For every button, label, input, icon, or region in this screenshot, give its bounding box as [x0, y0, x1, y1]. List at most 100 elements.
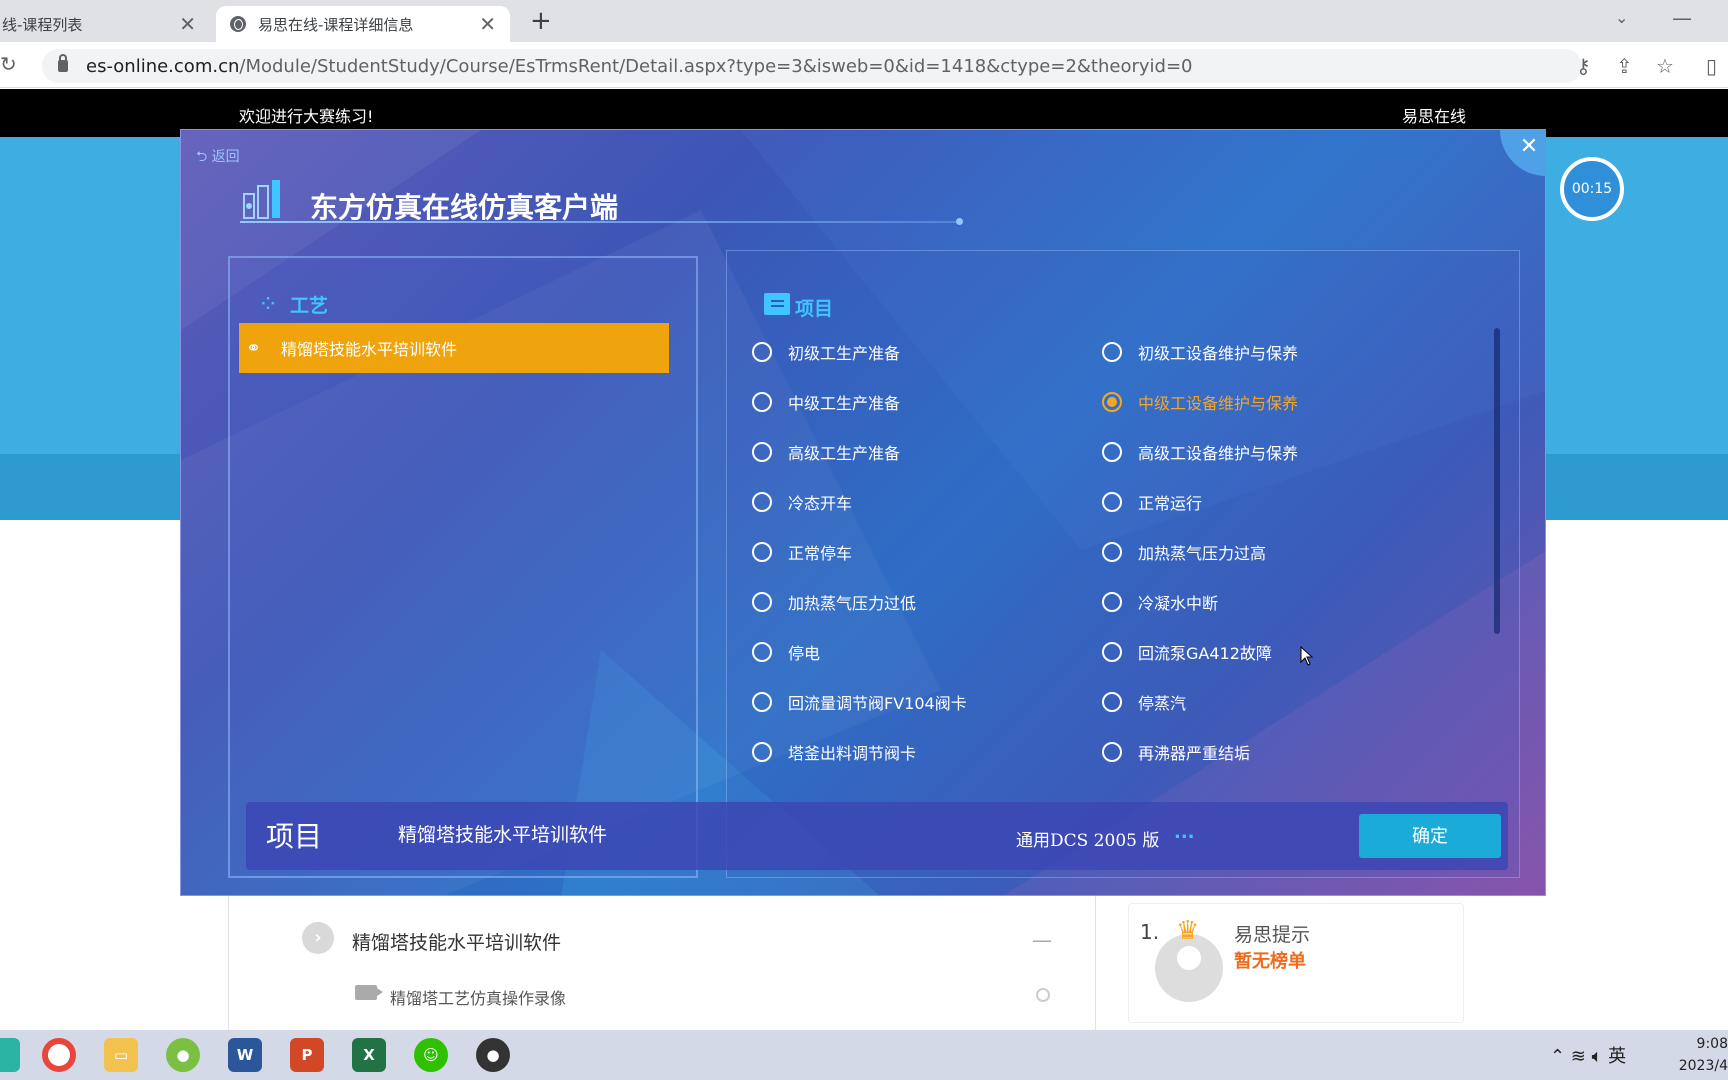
- dialog-title: 东方仿真在线仿真客户端: [310, 191, 619, 224]
- tab-course-list[interactable]: 线-课程列表 ✕: [0, 6, 210, 42]
- rank-number: 1.: [1140, 920, 1160, 944]
- project-option-label: 再沸器严重结垢: [1138, 744, 1251, 763]
- course-section-title[interactable]: 精馏塔技能水平培训软件: [352, 928, 561, 955]
- radio-button[interactable]: [1102, 392, 1122, 412]
- project-option[interactable]: 再沸器严重结垢: [1102, 740, 1250, 764]
- tab-title: 易思在线-课程详细信息: [258, 15, 414, 34]
- radio-button[interactable]: [1102, 542, 1122, 562]
- project-option[interactable]: 回流泵GA412故障: [1102, 640, 1272, 664]
- globe-icon: [230, 16, 246, 32]
- project-option[interactable]: 初级工生产准备: [752, 340, 900, 364]
- time: 9:08: [1696, 1036, 1728, 1052]
- address-bar[interactable]: es-online.com.cn/Module/StudentStudy/Cou…: [42, 49, 1582, 83]
- file-explorer-icon[interactable]: ▭: [104, 1038, 138, 1072]
- radio-button[interactable]: [752, 342, 772, 362]
- radio-button[interactable]: [1102, 742, 1122, 762]
- ime-indicator[interactable]: 英: [1608, 1046, 1626, 1067]
- project-option-label: 停电: [788, 644, 821, 663]
- new-tab-button[interactable]: +: [530, 6, 552, 36]
- radio-button[interactable]: [752, 642, 772, 662]
- project-option-label: 正常停车: [788, 544, 853, 563]
- project-option[interactable]: 正常停车: [752, 540, 852, 564]
- project-option[interactable]: 高级工生产准备: [752, 440, 900, 464]
- radio-button[interactable]: [752, 542, 772, 562]
- tab-title: 线-课程列表: [2, 15, 83, 34]
- course-outline: [228, 895, 1096, 1030]
- system-tray[interactable]: ⌃ ≋ 🔈︎ 英: [1550, 1042, 1626, 1068]
- project-option-label: 冷态开车: [788, 494, 853, 513]
- project-option[interactable]: 中级工生产准备: [752, 390, 900, 414]
- project-option-label: 塔釜出料调节阀卡: [788, 744, 917, 763]
- wechat-app-icon[interactable]: ☺: [414, 1038, 448, 1072]
- share-icon[interactable]: ⇪: [1616, 54, 1633, 78]
- folder-list-icon: [764, 293, 790, 315]
- close-icon[interactable]: ✕: [179, 12, 196, 36]
- tab-course-detail[interactable]: 易思在线-课程详细信息 ✕: [216, 6, 510, 42]
- project-option-label: 回流泵GA412故障: [1138, 644, 1272, 663]
- more-versions-button[interactable]: ...: [1174, 822, 1195, 843]
- project-option[interactable]: 初级工设备维护与保养: [1102, 340, 1298, 364]
- radio-button[interactable]: [1102, 642, 1122, 662]
- word-app-icon[interactable]: W: [228, 1038, 262, 1072]
- close-icon[interactable]: ✕: [479, 12, 496, 36]
- radio-button[interactable]: [1102, 442, 1122, 462]
- chevron-right-icon[interactable]: ›: [302, 922, 334, 954]
- project-option[interactable]: 正常运行: [1102, 490, 1202, 514]
- project-scrollbar[interactable]: [1494, 328, 1500, 634]
- star-icon[interactable]: ☆: [1656, 54, 1674, 78]
- powerpoint-app-icon[interactable]: P: [290, 1038, 324, 1072]
- site-name[interactable]: 易思在线: [1402, 103, 1466, 127]
- chrome-app-icon[interactable]: [42, 1038, 76, 1072]
- radio-button[interactable]: [752, 392, 772, 412]
- minimize-icon[interactable]: —: [1672, 6, 1692, 30]
- project-option-label: 加热蒸气压力过低: [788, 594, 917, 613]
- project-option[interactable]: 冷凝水中断: [1102, 590, 1218, 614]
- project-option[interactable]: 高级工设备维护与保养: [1102, 440, 1298, 464]
- progress-circle-icon: [1036, 988, 1050, 1002]
- radio-button[interactable]: [1102, 692, 1122, 712]
- project-option[interactable]: 加热蒸气压力过高: [1102, 540, 1266, 564]
- return-label: 返回: [211, 149, 240, 165]
- project-option-label: 停蒸汽: [1138, 694, 1187, 713]
- project-option[interactable]: 停电: [752, 640, 820, 664]
- radio-button[interactable]: [752, 492, 772, 512]
- footer-project-label: 项目: [266, 820, 323, 853]
- craft-item-selected[interactable]: 精馏塔技能水平培训软件: [239, 323, 669, 373]
- clock[interactable]: 9:08 2023/4: [1672, 1033, 1728, 1077]
- confirm-button[interactable]: 确定: [1359, 814, 1501, 858]
- radio-button[interactable]: [752, 692, 772, 712]
- reload-icon[interactable]: ↻: [0, 52, 17, 76]
- radio-button[interactable]: [1102, 492, 1122, 512]
- browser-app-icon[interactable]: ●: [166, 1038, 200, 1072]
- sidebar-icon[interactable]: ▯: [1706, 54, 1717, 78]
- radio-button[interactable]: [752, 442, 772, 462]
- project-option[interactable]: 冷态开车: [752, 490, 852, 514]
- return-link[interactable]: ⮌ 返回: [196, 146, 240, 170]
- project-option[interactable]: 中级工设备维护与保养: [1102, 390, 1298, 414]
- tab-search-icon[interactable]: ⌄: [1615, 8, 1628, 27]
- radio-button[interactable]: [752, 592, 772, 612]
- collapse-button[interactable]: —: [1032, 928, 1052, 952]
- project-option[interactable]: 回流量调节阀FV104阀卡: [752, 690, 967, 714]
- project-option-label: 初级工生产准备: [788, 344, 901, 363]
- grid-icon: ⁘: [258, 290, 279, 318]
- project-option-label: 初级工设备维护与保养: [1138, 344, 1299, 363]
- project-option[interactable]: 加热蒸气压力过低: [752, 590, 916, 614]
- radio-button[interactable]: [1102, 342, 1122, 362]
- edge-app-icon[interactable]: [0, 1038, 20, 1072]
- project-option-label: 高级工设备维护与保养: [1138, 444, 1299, 463]
- project-option-label: 中级工生产准备: [788, 394, 901, 413]
- key-icon[interactable]: ⚷: [1576, 54, 1591, 78]
- simulation-app-icon[interactable]: ●: [476, 1038, 510, 1072]
- radio-button[interactable]: [752, 742, 772, 762]
- radio-button[interactable]: [1102, 592, 1122, 612]
- craft-item-label: 精馏塔技能水平培训软件: [281, 340, 458, 359]
- project-option[interactable]: 停蒸汽: [1102, 690, 1186, 714]
- timer-badge: 00:15: [1560, 157, 1624, 221]
- video-item[interactable]: 精馏塔工艺仿真操作录像: [390, 985, 566, 1009]
- excel-app-icon[interactable]: X: [352, 1038, 386, 1072]
- mouse-cursor-icon: [1300, 646, 1314, 666]
- project-option[interactable]: 塔釜出料调节阀卡: [752, 740, 916, 764]
- project-option-label: 正常运行: [1138, 494, 1203, 513]
- project-option-label: 高级工生产准备: [788, 444, 901, 463]
